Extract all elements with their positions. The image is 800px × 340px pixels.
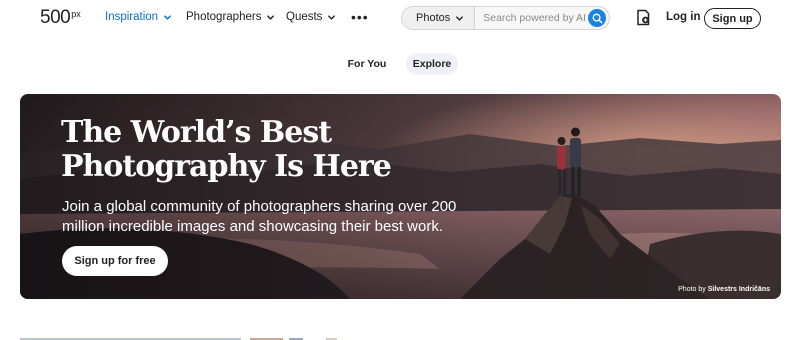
hero-signup-button[interactable]: Sign up for free xyxy=(62,246,168,276)
photo-credit-prefix: Photo by xyxy=(678,286,706,293)
chevron-down-icon xyxy=(328,14,336,20)
hero-title: The World’s Best Photography Is Here xyxy=(61,115,392,184)
chevron-down-icon xyxy=(164,14,171,20)
search-input[interactable] xyxy=(483,12,594,24)
search-category-label: Photos xyxy=(416,12,451,24)
chevron-down-icon xyxy=(456,15,464,21)
logo-superscript: px xyxy=(71,9,81,19)
logo[interactable]: 500 px xyxy=(40,7,81,28)
signup-button[interactable]: Sign up xyxy=(704,8,761,29)
logo-text: 500 xyxy=(40,7,71,28)
chevron-down-icon xyxy=(267,14,275,20)
nav-photographers-label: Photographers xyxy=(186,11,262,23)
nav-photographers[interactable]: Photographers xyxy=(186,11,275,23)
nav-inspiration[interactable]: Inspiration xyxy=(105,11,172,23)
photo-credit: Photo by Silvestrs Indričāns xyxy=(678,286,770,293)
tab-explore[interactable]: Explore xyxy=(406,53,458,75)
hero-banner: The World’s Best Photography Is Here Joi… xyxy=(20,94,781,299)
nav-inspiration-label: Inspiration xyxy=(105,11,159,23)
search-category-select[interactable]: Photos xyxy=(402,7,476,29)
search-bar: Photos xyxy=(401,6,610,30)
upload-icon[interactable] xyxy=(636,9,650,26)
photo-credit-name[interactable]: Silvestrs Indričāns xyxy=(708,286,770,293)
tab-for-you[interactable]: For You xyxy=(340,53,394,75)
nav-quests[interactable]: Quests xyxy=(286,11,336,23)
more-dots-icon[interactable]: ••• xyxy=(351,10,369,24)
nav-quests-label: Quests xyxy=(286,11,323,23)
search-icon xyxy=(592,13,602,23)
hero-subtitle: Join a global community of photographers… xyxy=(62,198,457,235)
login-link[interactable]: Log in xyxy=(666,11,701,23)
search-button[interactable] xyxy=(588,9,606,27)
top-navigation: 500 px Inspiration Photographers Quests … xyxy=(0,0,800,36)
